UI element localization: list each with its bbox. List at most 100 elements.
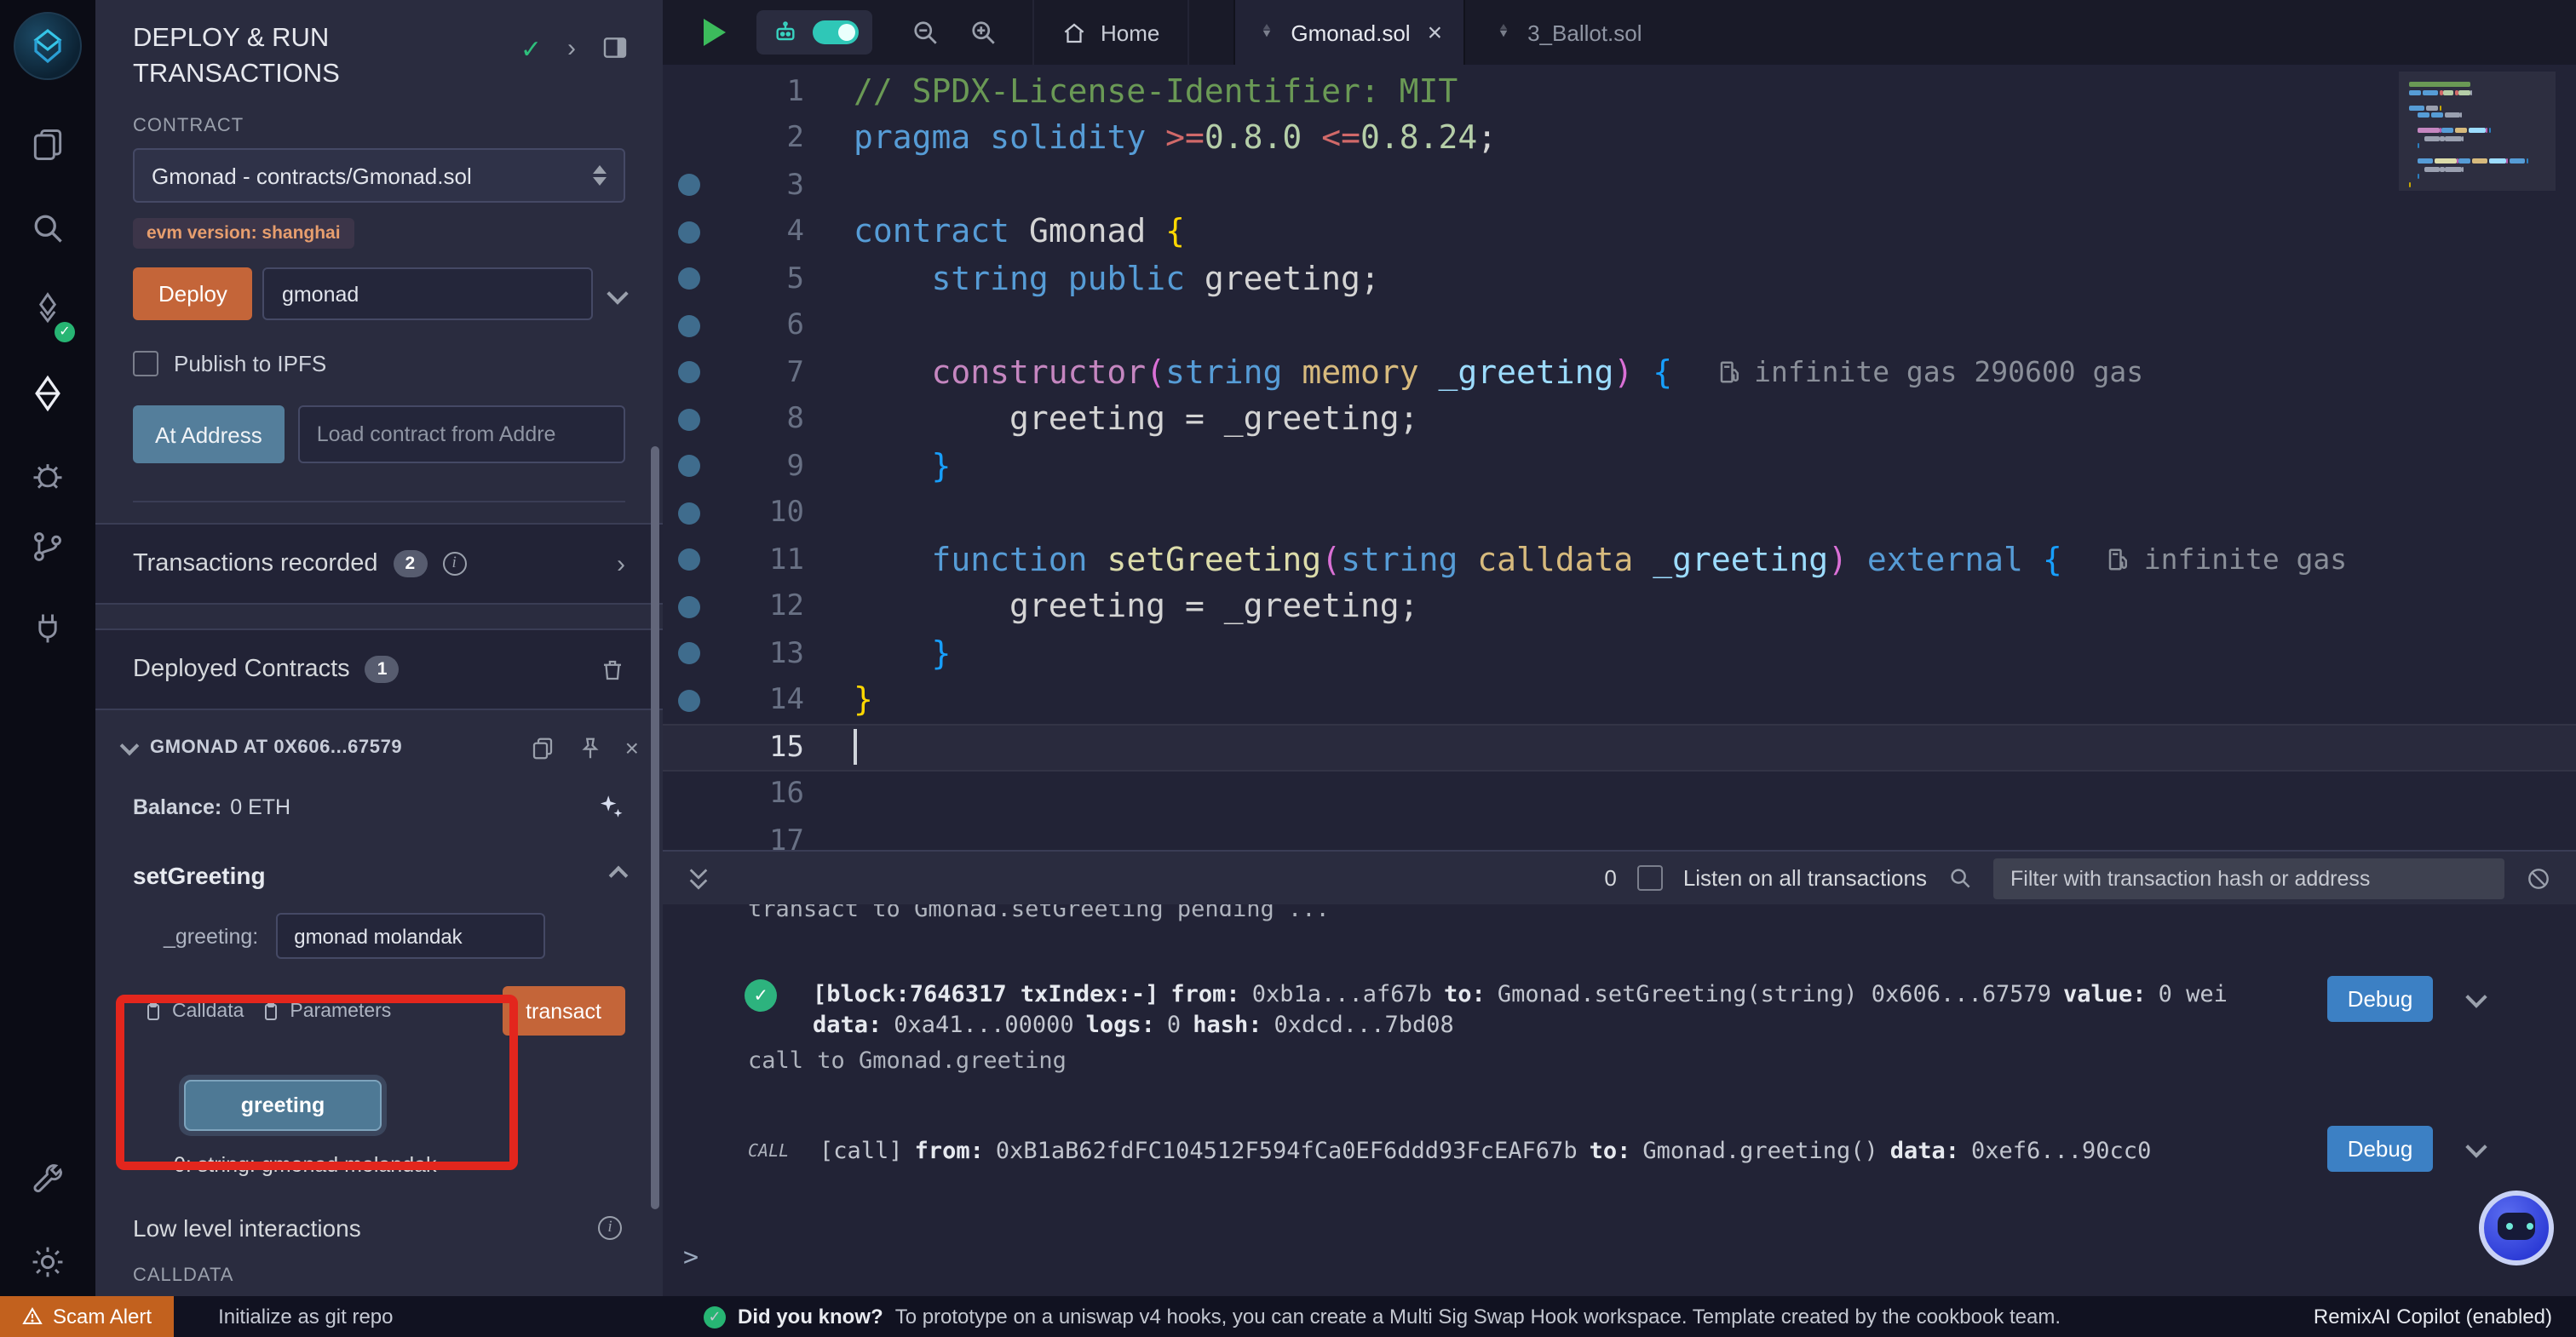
calldata-button[interactable]: Calldata: [143, 1001, 244, 1021]
copy-icon[interactable]: [530, 735, 555, 760]
terminal-collapse-icon[interactable]: [687, 866, 710, 890]
trash-icon[interactable]: [600, 657, 625, 682]
gutter-dot-icon[interactable]: [678, 175, 700, 197]
expand-chevron-icon[interactable]: ›: [617, 549, 625, 578]
tab-home[interactable]: Home: [1032, 0, 1188, 65]
plugin-manager-icon[interactable]: [0, 603, 95, 654]
parameters-button-label: Parameters: [290, 1001, 391, 1021]
solidity-compiler-icon[interactable]: ✓: [0, 284, 95, 336]
debug-button[interactable]: Debug: [2327, 1126, 2433, 1172]
contract-select-value: Gmonad - contracts/Gmonad.sol: [152, 163, 472, 188]
init-git-repo-button[interactable]: Initialize as git repo: [218, 1305, 393, 1328]
contract-instance-header[interactable]: GMONAD AT 0X606...67579 ×: [95, 734, 663, 761]
deployed-contracts-section: Deployed Contracts 1: [95, 628, 663, 710]
home-icon: [1061, 20, 1087, 45]
tab-ballot-sol[interactable]: 3_Ballot.sol: [1464, 0, 1669, 65]
deploy-button[interactable]: Deploy: [133, 267, 253, 320]
transactions-count-badge: 2: [393, 550, 427, 577]
clear-console-icon[interactable]: [2525, 864, 2552, 892]
balance-value: 0 ETH: [230, 795, 290, 818]
terminal[interactable]: transact to Gmonad.setGreeting pending .…: [663, 904, 2576, 1296]
gutter-dot-icon[interactable]: [678, 456, 700, 478]
gutter-dot-icon[interactable]: [678, 362, 700, 384]
info-icon[interactable]: i: [598, 1216, 622, 1240]
publish-ipfs-checkbox[interactable]: [133, 351, 158, 376]
listen-all-checkbox[interactable]: [1637, 865, 1663, 891]
git-icon[interactable]: [0, 521, 95, 572]
code-line: 2pragma solidity >=0.8.0 <=0.8.24;: [663, 115, 2576, 162]
line-number: 5: [700, 262, 804, 296]
warning-icon: [22, 1306, 43, 1327]
call-note: call to Gmonad.greeting: [748, 1047, 1067, 1075]
tab-gmonad-sol[interactable]: Gmonad.sol ×: [1233, 0, 1464, 65]
at-address-button[interactable]: At Address: [133, 405, 285, 463]
balance-label: Balance:: [133, 795, 221, 818]
terminal-count: 0: [1604, 865, 1616, 891]
parameters-button[interactable]: Parameters: [261, 1001, 391, 1021]
close-tab-icon[interactable]: ×: [1428, 18, 1443, 47]
zoom-in-icon[interactable]: [968, 17, 998, 48]
line-number: 16: [700, 778, 804, 812]
remix-logo[interactable]: [14, 12, 82, 80]
expand-log-chevron-icon[interactable]: [2465, 1136, 2487, 1157]
remix-ai-robot-icon[interactable]: [771, 19, 798, 46]
deploy-run-icon[interactable]: [0, 368, 95, 419]
constructor-arg-input[interactable]: [263, 267, 593, 320]
panel-scrollbar[interactable]: [651, 446, 659, 1209]
terminal-search-icon[interactable]: [1947, 865, 1973, 891]
instance-expand-chevron-icon[interactable]: [120, 736, 140, 755]
gutter-dot-icon[interactable]: [678, 409, 700, 431]
close-icon[interactable]: ×: [625, 734, 639, 761]
minimap[interactable]: [2399, 72, 2556, 212]
zoom-out-icon[interactable]: [910, 17, 940, 48]
scam-alert-button[interactable]: Scam Alert: [0, 1296, 174, 1337]
greeting-result: 0: string: gmonad molandak: [174, 1153, 663, 1177]
gutter-dot-icon[interactable]: [678, 268, 700, 290]
code-line: 17: [663, 818, 2576, 850]
settings-gear-icon[interactable]: [0, 1237, 95, 1288]
debug-button[interactable]: Debug: [2327, 976, 2433, 1022]
gutter-dot-icon[interactable]: [678, 315, 700, 337]
call-log[interactable]: [call]from:0xB1aB62fdFC104512F594fCa0EF6…: [819, 1136, 2163, 1167]
terminal-prompt: >: [683, 1242, 699, 1272]
greeting-arg-input[interactable]: [275, 913, 544, 959]
file-explorer-icon[interactable]: [0, 119, 95, 170]
pin-icon[interactable]: [578, 735, 603, 760]
forward-chevron-icon[interactable]: ›: [567, 34, 576, 63]
transact-button[interactable]: transact: [502, 986, 625, 1036]
collapse-chevron-icon[interactable]: [609, 866, 629, 886]
expand-log-chevron-icon[interactable]: [2465, 986, 2487, 1007]
at-address-input[interactable]: [298, 405, 625, 463]
gutter-dot-icon[interactable]: [678, 549, 700, 571]
tip-text: To prototype on a uniswap v4 hooks, you …: [895, 1305, 2061, 1328]
remix-ide-window: ✓ DEPLOY & RUN TRANSACTI: [0, 0, 2576, 1337]
gutter-dot-icon[interactable]: [678, 221, 700, 244]
sparkle-icon[interactable]: [596, 792, 625, 821]
low-level-title: Low level interactions: [133, 1214, 361, 1242]
code-editor[interactable]: 1// SPDX-License-Identifier: MIT2pragma …: [663, 65, 2576, 850]
line-number: 14: [700, 684, 804, 718]
ai-chat-bubble[interactable]: [2479, 1191, 2554, 1265]
run-script-play-icon[interactable]: [704, 19, 726, 46]
search-icon[interactable]: [0, 203, 95, 254]
pin-panel-icon[interactable]: [601, 34, 629, 61]
copilot-status[interactable]: RemixAI Copilot (enabled): [2314, 1305, 2552, 1328]
deployed-count-badge: 1: [365, 656, 400, 683]
deploy-expand-chevron-icon[interactable]: [607, 283, 628, 304]
transaction-log[interactable]: [block:7646317 txIndex:-]from:0xb1a...af…: [813, 979, 2240, 1041]
gutter-dot-icon[interactable]: [678, 643, 700, 665]
debugger-icon[interactable]: [0, 450, 95, 501]
greeting-call-button[interactable]: greeting: [184, 1080, 382, 1131]
gutter-dot-icon[interactable]: [678, 596, 700, 618]
contract-select[interactable]: Gmonad - contracts/Gmonad.sol: [133, 148, 625, 203]
listen-all-label: Listen on all transactions: [1683, 865, 1927, 891]
tab-home-label: Home: [1101, 20, 1159, 45]
line-number: 15: [700, 731, 804, 765]
transactions-recorded-section[interactable]: Transactions recorded 2 i ›: [95, 523, 663, 605]
gutter-dot-icon[interactable]: [678, 502, 700, 525]
copilot-toggle[interactable]: [812, 20, 858, 44]
gutter-dot-icon[interactable]: [678, 690, 700, 712]
tools-icon[interactable]: [0, 1155, 95, 1206]
info-icon[interactable]: i: [442, 552, 466, 576]
transaction-filter-input[interactable]: [1993, 858, 2504, 898]
